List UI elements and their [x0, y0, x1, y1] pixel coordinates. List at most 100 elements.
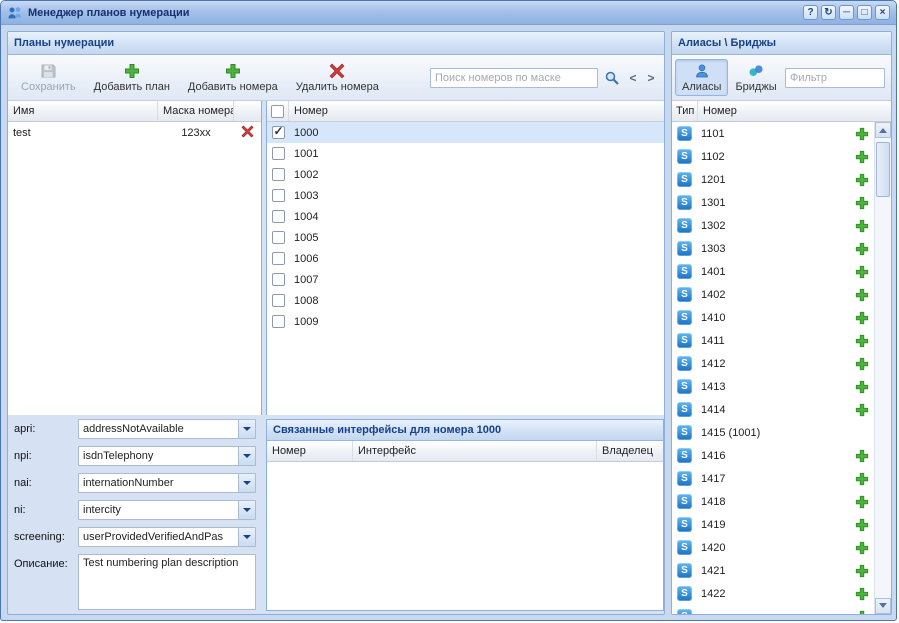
alias-row[interactable]: S 1401 [672, 260, 874, 283]
form-field-combo[interactable]: intercity [78, 500, 256, 520]
number-row[interactable]: 1001 [267, 143, 664, 164]
number-checkbox[interactable] [272, 315, 285, 328]
col-interface[interactable]: Интерфейс [353, 441, 597, 461]
alias-row[interactable]: S 1421 [672, 559, 874, 582]
number-checkbox[interactable] [272, 231, 285, 244]
alias-row[interactable]: S 1301 [672, 191, 874, 214]
combo-dropdown-icon[interactable] [238, 528, 255, 546]
alias-row[interactable]: S 1418 [672, 490, 874, 513]
search-icon[interactable] [602, 68, 622, 88]
col-type[interactable]: Тип [672, 101, 698, 121]
select-all-checkbox[interactable] [271, 105, 284, 118]
number-row[interactable]: 1005 [267, 227, 664, 248]
number-row[interactable]: 1004 [267, 206, 664, 227]
add-alias-icon[interactable] [854, 241, 869, 256]
scroll-thumb[interactable] [876, 142, 890, 197]
alias-row[interactable]: S 1420 [672, 536, 874, 559]
help-button[interactable]: ? [803, 5, 818, 20]
number-checkbox[interactable] [272, 168, 285, 181]
add-alias-icon[interactable] [854, 494, 869, 509]
number-row[interactable]: 1008 [267, 290, 664, 311]
delete-plan-icon[interactable] [241, 125, 254, 141]
maximize-button[interactable]: □ [857, 5, 872, 20]
add-alias-icon[interactable] [854, 540, 869, 555]
add-alias-icon[interactable] [854, 586, 869, 601]
filter-input[interactable] [785, 68, 885, 88]
add-alias-icon[interactable] [854, 333, 869, 348]
add-numbers-button[interactable]: Добавить номера [179, 58, 287, 97]
add-alias-icon[interactable] [854, 149, 869, 164]
tab-aliases[interactable]: Алиасы [675, 59, 728, 96]
number-row[interactable]: 1002 [267, 164, 664, 185]
add-alias-icon[interactable] [854, 264, 869, 279]
alias-row[interactable]: S 1412 [672, 352, 874, 375]
combo-dropdown-icon[interactable] [238, 420, 255, 438]
alias-row[interactable]: S 1302 [672, 214, 874, 237]
aliases-scrollbar[interactable] [874, 122, 891, 614]
add-alias-icon[interactable] [854, 218, 869, 233]
add-alias-icon[interactable] [854, 563, 869, 578]
add-alias-icon[interactable] [854, 402, 869, 417]
combo-dropdown-icon[interactable] [238, 474, 255, 492]
refresh-button[interactable]: ↻ [821, 5, 836, 20]
add-alias-icon[interactable] [854, 172, 869, 187]
combo-dropdown-icon[interactable] [238, 447, 255, 465]
add-alias-icon[interactable] [854, 195, 869, 210]
number-row[interactable]: 1003 [267, 185, 664, 206]
col-number[interactable]: Номер [289, 101, 664, 121]
alias-row[interactable]: S 1101 [672, 122, 874, 145]
alias-row[interactable]: S 1416 [672, 444, 874, 467]
number-row[interactable]: 1000 [267, 122, 664, 143]
col-interface-number[interactable]: Номер [267, 441, 353, 461]
alias-row[interactable]: S 1413 [672, 375, 874, 398]
alias-row[interactable]: S 1303 [672, 237, 874, 260]
number-checkbox[interactable] [272, 189, 285, 202]
add-alias-icon[interactable] [854, 379, 869, 394]
delete-numbers-button[interactable]: Удалить номера [287, 58, 388, 97]
number-checkbox[interactable] [272, 126, 285, 139]
search-prev-button[interactable]: < [626, 69, 640, 87]
alias-row[interactable]: S 1414 [672, 398, 874, 421]
number-checkbox[interactable] [272, 294, 285, 307]
alias-row[interactable]: S 1411 [672, 329, 874, 352]
scroll-down-icon[interactable] [875, 598, 891, 614]
save-button[interactable]: Сохранить [12, 58, 85, 97]
combo-dropdown-icon[interactable] [238, 501, 255, 519]
add-alias-icon[interactable] [854, 471, 869, 486]
search-next-button[interactable]: > [644, 69, 658, 87]
number-row[interactable]: 1006 [267, 248, 664, 269]
alias-row[interactable]: S 1417 [672, 467, 874, 490]
close-button[interactable]: × [875, 5, 890, 20]
form-field-combo[interactable]: internationNumber [78, 473, 256, 493]
description-textarea[interactable]: Test numbering plan description [78, 554, 256, 610]
alias-row[interactable]: S [672, 605, 874, 614]
form-field-combo[interactable]: userProvidedVerifiedAndPas [78, 527, 256, 547]
alias-row[interactable]: S 1102 [672, 145, 874, 168]
add-alias-icon[interactable] [854, 356, 869, 371]
number-checkbox[interactable] [272, 210, 285, 223]
alias-row[interactable]: S 1402 [672, 283, 874, 306]
titlebar[interactable]: Менеджер планов нумерации ? ↻ ─ □ × [1, 1, 896, 25]
number-checkbox[interactable] [272, 252, 285, 265]
add-alias-icon[interactable] [854, 310, 869, 325]
add-alias-icon[interactable] [854, 609, 869, 614]
alias-row[interactable]: S 1415 (1001) [672, 421, 874, 444]
search-input[interactable] [430, 68, 598, 88]
add-alias-icon[interactable] [854, 287, 869, 302]
number-checkbox[interactable] [272, 147, 285, 160]
col-mask[interactable]: Маска номера [158, 101, 234, 121]
scroll-up-icon[interactable] [875, 122, 891, 138]
add-plan-button[interactable]: Добавить план [85, 58, 179, 97]
col-alias-number[interactable]: Номер [698, 101, 891, 121]
col-owner[interactable]: Владелец [597, 441, 663, 461]
form-field-combo[interactable]: isdnTelephony [78, 446, 256, 466]
plan-row[interactable]: test 123xx [8, 122, 261, 143]
add-alias-icon[interactable] [854, 126, 869, 141]
form-field-combo[interactable]: addressNotAvailable [78, 419, 256, 439]
number-checkbox[interactable] [272, 273, 285, 286]
alias-row[interactable]: S 1422 [672, 582, 874, 605]
add-alias-icon[interactable] [854, 517, 869, 532]
alias-row[interactable]: S 1410 [672, 306, 874, 329]
number-row[interactable]: 1007 [267, 269, 664, 290]
minimize-button[interactable]: ─ [839, 5, 854, 20]
